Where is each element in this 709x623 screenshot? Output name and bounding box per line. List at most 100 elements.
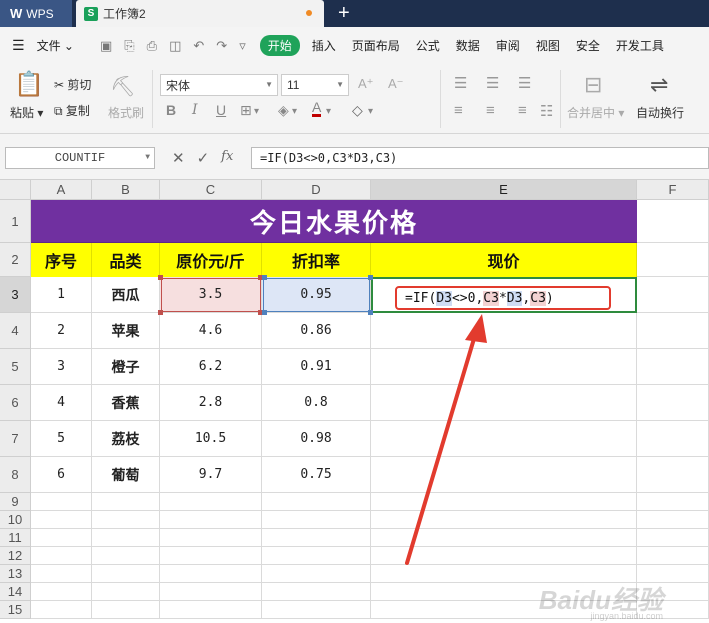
bold-button[interactable]: B — [166, 102, 176, 118]
more-dropdown-icon[interactable]: ▿ — [239, 38, 246, 54]
save-icon[interactable]: ▣ — [100, 38, 112, 54]
row-header-14[interactable]: 14 — [0, 583, 31, 601]
cell[interactable] — [371, 493, 637, 511]
cell-c3-price[interactable]: 3.5 — [160, 277, 262, 313]
border-icon[interactable]: ⊞ — [240, 102, 252, 119]
cell-category[interactable]: 苹果 — [92, 313, 160, 349]
cell-price[interactable]: 4.6 — [160, 313, 262, 349]
select-all-corner[interactable] — [0, 180, 31, 200]
cell[interactable] — [92, 511, 160, 529]
cell[interactable] — [637, 200, 709, 243]
cell-discount[interactable]: 0.98 — [262, 421, 371, 457]
chevron-down-icon[interactable]: ▾ — [254, 106, 259, 117]
cell-discount[interactable]: 0.86 — [262, 313, 371, 349]
cell-discount[interactable]: 0.91 — [262, 349, 371, 385]
cell-category[interactable]: 西瓜 — [92, 277, 160, 313]
header-cell-discount[interactable]: 折扣率 — [262, 243, 371, 277]
cell-category[interactable]: 荔枝 — [92, 421, 160, 457]
align-right-icon[interactable]: ≡ — [518, 102, 527, 119]
column-header-f[interactable]: F — [637, 180, 709, 200]
export-icon[interactable]: ⎘ — [124, 38, 134, 54]
cell[interactable] — [92, 601, 160, 619]
name-box[interactable]: COUNTIF ▼ — [5, 147, 155, 169]
decrease-font-icon[interactable]: A⁻ — [388, 76, 404, 92]
cell[interactable] — [31, 511, 92, 529]
column-header-b[interactable]: B — [92, 180, 160, 200]
merge-center-button[interactable]: 合并居中 ▾ — [567, 104, 624, 121]
formula-input[interactable]: =IF(D3<>0,C3*D3,C3) — [251, 147, 709, 169]
cell-discount[interactable]: 0.75 — [262, 457, 371, 493]
cell-serial[interactable]: 3 — [31, 349, 92, 385]
cell[interactable] — [262, 493, 371, 511]
cell-serial[interactable]: 5 — [31, 421, 92, 457]
row-header-12[interactable]: 12 — [0, 547, 31, 565]
cut-button[interactable]: ✂ 剪切 — [54, 76, 91, 93]
hamburger-menu-icon[interactable]: ☰ — [12, 37, 25, 54]
cell[interactable] — [371, 547, 637, 565]
row-header-10[interactable]: 10 — [0, 511, 31, 529]
range-handle-c3[interactable] — [158, 310, 163, 315]
cell[interactable] — [31, 493, 92, 511]
menu-formula[interactable]: 公式 — [408, 37, 448, 54]
redo-icon[interactable]: ↷ — [216, 38, 227, 54]
clear-format-icon[interactable]: ◇ — [352, 102, 363, 119]
cancel-icon[interactable]: ✕ — [172, 149, 185, 167]
cell-current-price[interactable] — [371, 385, 637, 421]
chevron-down-icon[interactable]: ▾ — [368, 106, 373, 117]
header-cell-original-price[interactable]: 原价元/斤 — [160, 243, 262, 277]
row-header-4[interactable]: 4 — [0, 313, 31, 349]
align-bottom-icon[interactable]: ☰ — [518, 74, 531, 92]
cell[interactable] — [637, 421, 709, 457]
copy-button[interactable]: ⧉ 复制 — [54, 102, 90, 119]
menu-start[interactable]: 开始 — [259, 35, 300, 56]
cell[interactable] — [371, 529, 637, 547]
distributed-align-icon[interactable]: ☷ — [540, 102, 553, 120]
format-painter-button[interactable]: 格式刷 — [108, 104, 144, 121]
cell[interactable] — [371, 511, 637, 529]
cell[interactable] — [31, 601, 92, 619]
font-size-select[interactable]: 11 ▼ — [281, 74, 349, 96]
align-left-icon[interactable]: ≡ — [454, 102, 463, 119]
cell-discount[interactable]: 0.8 — [262, 385, 371, 421]
print-preview-icon[interactable]: ◫ — [169, 38, 181, 54]
cell-current-price[interactable] — [371, 421, 637, 457]
align-center-icon[interactable]: ≡ — [486, 102, 495, 119]
cell[interactable] — [637, 511, 709, 529]
cell-price[interactable]: 10.5 — [160, 421, 262, 457]
cell[interactable] — [262, 547, 371, 565]
cell[interactable] — [31, 565, 92, 583]
cell[interactable] — [92, 529, 160, 547]
cell[interactable] — [160, 547, 262, 565]
range-handle-d3[interactable] — [262, 310, 267, 315]
underline-button[interactable]: U — [216, 102, 226, 118]
font-color-button[interactable]: A — [312, 100, 322, 117]
increase-font-icon[interactable]: A⁺ — [358, 76, 374, 92]
range-handle-d3[interactable] — [368, 275, 373, 280]
row-header-8[interactable]: 8 — [0, 457, 31, 493]
italic-button[interactable]: I — [192, 102, 198, 118]
cell[interactable] — [92, 493, 160, 511]
new-tab-button[interactable]: + — [338, 2, 350, 24]
font-name-select[interactable]: 宋体 ▼ — [160, 74, 278, 96]
cell[interactable] — [637, 313, 709, 349]
cell[interactable] — [262, 601, 371, 619]
print-icon[interactable]: ⎙ — [147, 38, 157, 54]
cell-current-price[interactable] — [371, 457, 637, 493]
cell[interactable] — [262, 565, 371, 583]
paste-button[interactable]: 粘贴 ▾ — [10, 104, 43, 121]
cell[interactable] — [262, 583, 371, 601]
wrap-text-button[interactable]: 自动换行 — [636, 104, 684, 121]
cell[interactable] — [92, 565, 160, 583]
cell[interactable] — [262, 511, 371, 529]
cell[interactable] — [31, 547, 92, 565]
cell[interactable] — [637, 243, 709, 277]
cell[interactable] — [262, 529, 371, 547]
menu-insert[interactable]: 插入 — [304, 37, 344, 54]
in-cell-formula-editor[interactable]: =IF(D3 <>0, C3 * D3, C3) — [395, 286, 611, 310]
cell-price[interactable]: 9.7 — [160, 457, 262, 493]
paste-icon[interactable]: 📋 — [14, 70, 44, 99]
row-header-2[interactable]: 2 — [0, 243, 31, 277]
menu-review[interactable]: 审阅 — [488, 37, 528, 54]
cell[interactable] — [160, 529, 262, 547]
fill-color-icon[interactable]: ◈ — [278, 102, 289, 119]
